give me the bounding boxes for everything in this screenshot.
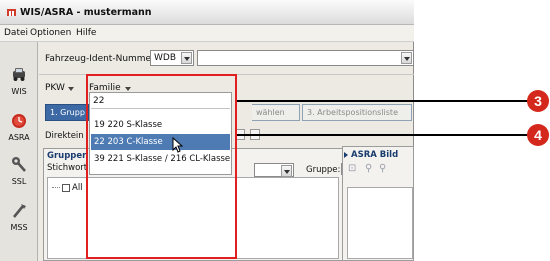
keyword-label: Stichwort [47,163,88,173]
sidebar-item-label: MSS [10,223,28,232]
car-icon [13,68,25,81]
sidebar-item-wis[interactable]: WIS [3,66,35,106]
callout-3: 3 [527,90,549,112]
tree-checkbox[interactable] [62,183,70,192]
sidebar-item-asra[interactable]: ASRA [3,112,35,152]
asra-image-panel: ASRA Bild ⊡ ⚲ ⚲ [342,146,414,261]
tab-select[interactable]: wählen [252,104,300,121]
family-option-selected[interactable]: 22 203 C-Klasse [91,134,230,150]
vehicle-type-dropdown[interactable]: PKW [45,83,65,93]
menu-hilfe[interactable]: Hilfe [76,28,96,38]
wrench-icon [12,157,26,172]
callout-line-4 [237,134,528,136]
family-filter-input[interactable]: 22 [91,94,230,109]
zoom-icon[interactable]: ⚲ [365,163,372,174]
direct-entry-label: Direktein [45,131,84,141]
sidebar-item-label: WIS [11,87,27,96]
sidebar-item-mss[interactable]: MSS [3,202,35,242]
image-icon[interactable]: ⊡ [348,163,356,174]
menu-datei[interactable]: Datei [4,28,28,38]
sidebar-item-label: ASRA [8,133,30,142]
divider [39,74,414,75]
collapse-arrow-icon[interactable] [344,152,348,158]
clock-icon [12,114,26,128]
chevron-down-icon[interactable] [68,87,74,91]
tree-node-label: All [72,183,83,193]
keyword-select[interactable] [254,163,294,177]
groups-tree: All [47,177,339,259]
asra-image-canvas [347,187,413,259]
app-logo-icon [7,9,16,16]
vehicle-ident-label: Fahrzeug-Ident-Nummer [45,54,155,64]
family-dropdown-popup: 22 19 220 S-Klasse 22 203 C-Klasse 39 22… [89,92,232,175]
family-option[interactable]: 19 220 S-Klasse [91,117,230,133]
chevron-down-icon[interactable] [281,165,292,177]
menu-optionen[interactable]: Optionen [30,28,71,38]
asra-panel-title: ASRA Bild [351,150,399,160]
vehicle-prefix-value: WDB [154,53,177,63]
tab-groups[interactable]: 1. Grupp [45,104,89,121]
groups-panel-title: Gruppen [47,151,89,161]
menu-bar: Datei Optionen Hilfe [0,25,414,42]
family-option[interactable]: 39 221 S-Klasse / 216 CL-Klasse [91,151,230,167]
vehicle-prefix-select[interactable]: WDB [150,50,194,66]
sidebar: WIS ASRA SSL MSS [0,42,38,261]
callout-line-3 [237,100,528,102]
tree-node-all[interactable]: All [52,183,83,193]
sidebar-item-ssl[interactable]: SSL [3,156,35,196]
vehicle-number-input[interactable] [197,50,414,66]
zoom-out-icon[interactable]: ⚲ [379,163,386,174]
vehicle-ident-row: Fahrzeug-Ident-Nummer WDB [39,50,414,68]
mouse-cursor-icon [172,137,184,153]
chevron-down-icon[interactable] [125,87,131,91]
tool-icon [12,204,26,218]
sidebar-item-label: SSL [11,177,27,186]
window-title: WIS/ASRA - mustermann [20,7,152,18]
title-bar: WIS/ASRA - mustermann [0,0,414,25]
chevron-down-icon[interactable] [181,52,192,64]
chevron-down-icon[interactable] [401,52,412,64]
group-label: Gruppe: [306,165,341,175]
callout-4: 4 [527,124,549,146]
tab-work-positions[interactable]: 3. Arbeitspositionsliste [302,104,412,121]
tree-connector [52,187,60,188]
